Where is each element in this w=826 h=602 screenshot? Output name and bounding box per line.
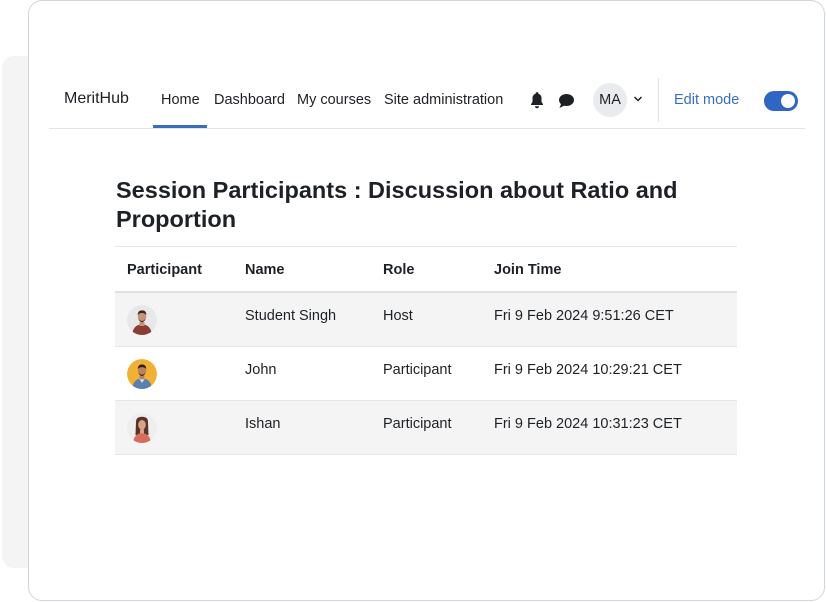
table-row: John Participant Fri 9 Feb 2024 10:29:21…	[115, 347, 737, 401]
table-row: Student Singh Host Fri 9 Feb 2024 9:51:2…	[115, 293, 737, 347]
header-participant: Participant	[127, 262, 202, 278]
page-title: Session Participants : Discussion about …	[116, 177, 678, 232]
chevron-down-icon[interactable]	[633, 95, 643, 103]
nav-active-indicator	[153, 125, 207, 128]
participant-name: Student Singh	[245, 308, 337, 324]
participant-avatar	[127, 359, 157, 389]
chat-icon[interactable]	[558, 93, 575, 109]
participant-role: Host	[383, 308, 413, 324]
bell-icon[interactable]	[529, 92, 545, 110]
participant-join-time: Fri 9 Feb 2024 10:29:21 CET	[494, 362, 682, 378]
edit-mode-label[interactable]: Edit mode	[674, 92, 739, 108]
participant-join-time: Fri 9 Feb 2024 9:51:26 CET	[494, 308, 674, 324]
participant-role: Participant	[383, 362, 452, 378]
nav-dashboard[interactable]: Dashboard	[214, 92, 285, 108]
edit-mode-toggle[interactable]	[764, 91, 798, 111]
top-navbar: MeritHub Home Dashboard My courses Site …	[49, 73, 805, 129]
participant-avatar	[127, 413, 157, 443]
participant-avatar	[127, 305, 157, 335]
nav-home[interactable]: Home	[161, 92, 200, 108]
participants-table: Participant Name Role Join Time Student …	[115, 246, 737, 455]
nav-site-administration[interactable]: Site administration	[384, 92, 503, 108]
user-avatar[interactable]: MA	[593, 83, 627, 117]
participant-role: Participant	[383, 416, 452, 432]
nav-my-courses[interactable]: My courses	[297, 92, 371, 108]
participant-name: John	[245, 362, 277, 378]
table-header: Participant Name Role Join Time	[115, 247, 737, 293]
toggle-knob	[781, 94, 795, 108]
app-window: MeritHub Home Dashboard My courses Site …	[28, 0, 825, 601]
navbar-divider	[658, 78, 659, 122]
header-role: Role	[383, 262, 415, 278]
site-brand[interactable]: MeritHub	[64, 90, 129, 108]
participant-join-time: Fri 9 Feb 2024 10:31:23 CET	[494, 416, 682, 432]
header-name: Name	[245, 262, 285, 278]
participant-name: Ishan	[245, 416, 281, 432]
header-join-time: Join Time	[494, 262, 562, 278]
table-row: Ishan Participant Fri 9 Feb 2024 10:31:2…	[115, 401, 737, 455]
